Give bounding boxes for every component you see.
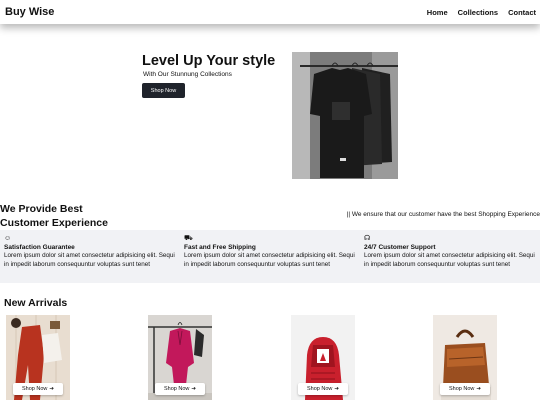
- feature-title: 24/7 Customer Support: [364, 244, 436, 251]
- shop-now-button[interactable]: Shop Now ➔: [155, 383, 205, 395]
- arrow-right-icon: ➔: [49, 386, 54, 392]
- shop-now-label: Shop Now: [307, 386, 333, 392]
- shop-now-label: Shop Now: [164, 386, 190, 392]
- shop-now-label: Shop Now: [449, 386, 475, 392]
- experience-tagline: || We ensure that our customer have the …: [346, 211, 540, 218]
- brand-logo[interactable]: Buy Wise: [5, 6, 54, 18]
- feature-shipping: ⛟ Fast and Free Shipping Lorem ipsum dol…: [180, 230, 360, 283]
- shop-now-button[interactable]: Shop Now ➔: [440, 383, 490, 395]
- nav-collections-link[interactable]: Collections: [458, 8, 498, 17]
- shop-now-button[interactable]: Shop Now ➔: [13, 383, 63, 395]
- truck-icon: ⛟: [184, 235, 193, 242]
- arrow-right-icon: ➔: [191, 386, 196, 392]
- product-card-4[interactable]: Shop Now ➔: [433, 315, 497, 400]
- shop-now-label: Shop Now: [22, 386, 48, 392]
- feature-satisfaction: ☺ Satisfaction Guarantee Lorem ipsum dol…: [0, 230, 180, 283]
- feature-text: Lorem ipsum dolor sit amet consectetur a…: [184, 252, 355, 268]
- nav-links: Home Collections Contact: [427, 8, 536, 17]
- navbar: Buy Wise Home Collections Contact: [0, 0, 540, 24]
- feature-title: Fast and Free Shipping: [184, 244, 256, 251]
- hero-title: Level Up Your style: [142, 53, 276, 69]
- experience-heading-line1: We Provide Best: [0, 203, 83, 215]
- new-arrivals-heading: New Arrivals: [4, 297, 68, 309]
- feature-support: ☊ 24/7 Customer Support Lorem ipsum dolo…: [360, 230, 540, 283]
- shop-now-button[interactable]: Shop Now ➔: [298, 383, 348, 395]
- experience-heading-line2: Customer Experience: [0, 216, 108, 229]
- arrow-right-icon: ➔: [476, 386, 481, 392]
- feature-title: Satisfaction Guarantee: [4, 244, 75, 251]
- hero-shop-now-button[interactable]: Shop Now: [142, 83, 185, 98]
- feature-text: Lorem ipsum dolor sit amet consectetur a…: [4, 252, 175, 268]
- hero-jackets-image: [292, 52, 398, 179]
- nav-contact-link[interactable]: Contact: [508, 8, 536, 17]
- product-card-2[interactable]: Shop Now ➔: [148, 315, 212, 400]
- headset-icon: ☊: [364, 235, 371, 242]
- features-band: ☺ Satisfaction Guarantee Lorem ipsum dol…: [0, 230, 540, 283]
- smile-icon: ☺: [4, 235, 12, 242]
- experience-heading: We Provide Best Customer Experience: [0, 203, 108, 230]
- arrow-right-icon: ➔: [334, 386, 339, 392]
- nav-home-link[interactable]: Home: [427, 8, 448, 17]
- product-card-1[interactable]: Shop Now ➔: [6, 315, 70, 400]
- product-card-3[interactable]: Shop Now ➔: [291, 315, 355, 400]
- feature-text: Lorem ipsum dolor sit amet consectetur a…: [364, 252, 535, 268]
- hero-subtitle: With Our Stunnung Collections: [143, 71, 232, 78]
